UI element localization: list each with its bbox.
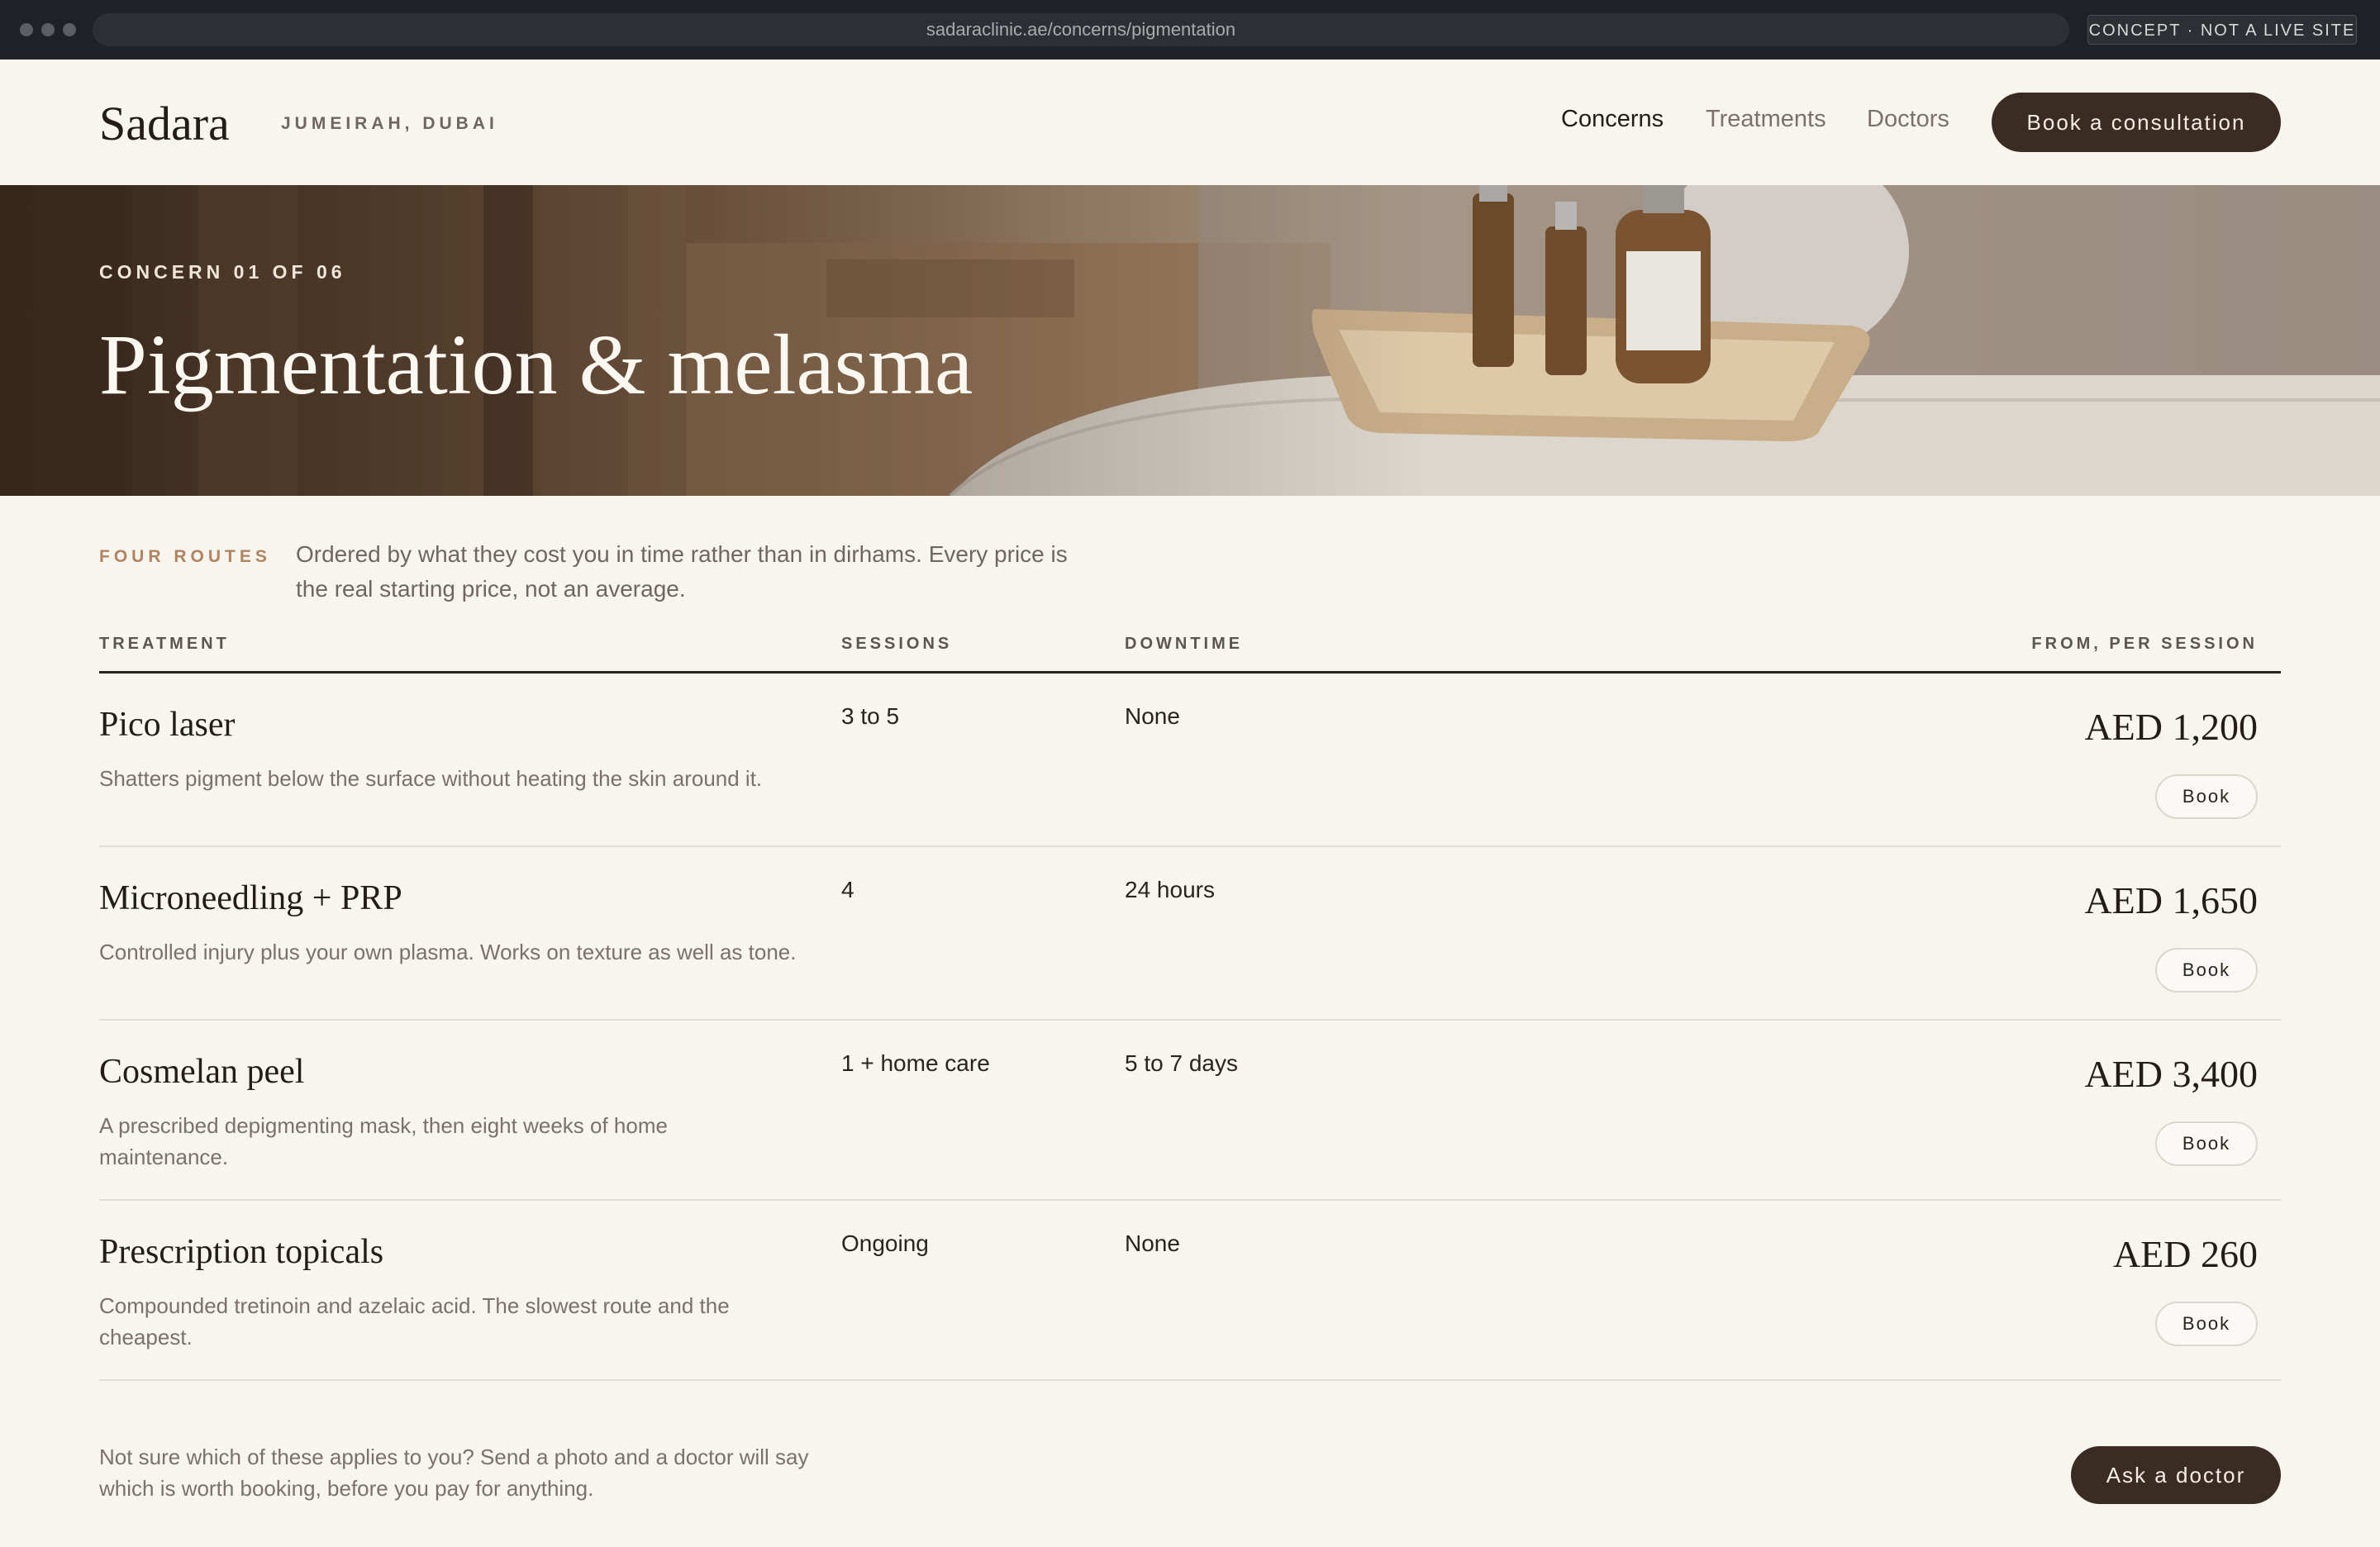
treatment-price: AED 260: [2112, 1233, 2258, 1275]
treatment-name: Prescription topicals: [99, 1233, 384, 1271]
treatment-downtime: 24 hours: [1125, 877, 1215, 902]
treatment-sessions: 1 + home care: [841, 1050, 990, 1076]
concept-badge: CONCEPT · NOT A LIVE SITE: [2087, 15, 2357, 45]
site-header: Sadara JUMEIRAH, DUBAI Concerns Treatmen…: [0, 60, 2380, 185]
treatment-description: Controlled injury plus your own plasma. …: [99, 940, 797, 964]
treatment-sessions: Ongoing: [841, 1230, 929, 1256]
treatment-description: A prescribed depigmenting mask, then eig…: [99, 1113, 668, 1169]
nav-treatments[interactable]: Treatments: [1706, 106, 1826, 133]
treatment-name: Cosmelan peel: [99, 1053, 305, 1091]
book-button[interactable]: Book: [2155, 1121, 2258, 1166]
book-consultation-button[interactable]: Book a consultation: [1992, 93, 2281, 152]
window-controls: [20, 23, 76, 36]
column-price: FROM, PER SESSION: [2031, 635, 2258, 653]
section-intro: Ordered by what they cost you in time ra…: [296, 541, 1068, 602]
treatment-sessions: 4: [841, 877, 854, 902]
treatment-description: Shatters pigment below the surface witho…: [99, 766, 763, 791]
treatment-price: AED 3,400: [2084, 1053, 2258, 1095]
table-header: TREATMENT SESSIONS DOWNTIME FROM, PER SE…: [99, 635, 2281, 674]
close-dot-icon[interactable]: [20, 23, 33, 36]
column-sessions: SESSIONS: [841, 635, 953, 653]
location-label: JUMEIRAH, DUBAI: [281, 114, 498, 133]
treatment-price: AED 1,200: [2084, 706, 2258, 748]
table-row: Microneedling + PRP Controlled injury pl…: [99, 847, 2281, 1021]
book-button[interactable]: Book: [2155, 948, 2258, 992]
footer-note: Not sure which of these applies to you? …: [99, 1445, 809, 1501]
book-button[interactable]: Book: [2155, 774, 2258, 819]
book-button[interactable]: Book: [2155, 1302, 2258, 1346]
address-bar[interactable]: sadaraclinic.ae/concerns/pigmentation: [93, 13, 2069, 46]
column-treatment: TREATMENT: [99, 635, 230, 653]
table-row: Pico laser Shatters pigment below the su…: [99, 674, 2281, 847]
treatment-downtime: None: [1125, 1230, 1180, 1256]
table-row: Cosmelan peel A prescribed depigmenting …: [99, 1021, 2281, 1201]
nav-concerns[interactable]: Concerns: [1561, 106, 1664, 133]
ask-doctor-button[interactable]: Ask a doctor: [2071, 1446, 2281, 1504]
browser-chrome: sadaraclinic.ae/concerns/pigmentation CO…: [0, 0, 2380, 60]
treatment-name: Microneedling + PRP: [99, 879, 402, 917]
minimize-dot-icon[interactable]: [41, 23, 55, 36]
column-downtime: DOWNTIME: [1125, 635, 1244, 653]
treatment-downtime: None: [1125, 703, 1180, 729]
page-title: Pigmentation & melasma: [99, 317, 973, 412]
treatment-sessions: 3 to 5: [841, 703, 900, 729]
section-label: FOUR ROUTES: [99, 547, 271, 566]
treatment-name: Pico laser: [99, 706, 236, 744]
maximize-dot-icon[interactable]: [63, 23, 76, 36]
concern-counter: CONCERN 01 OF 06: [99, 261, 346, 283]
nav-doctors[interactable]: Doctors: [1867, 106, 1949, 133]
treatment-price: AED 1,650: [2084, 879, 2258, 921]
hero-banner: CONCERN 01 OF 06 Pigmentation & melasma: [0, 185, 2380, 496]
table-row: Prescription topicals Compounded tretino…: [99, 1201, 2281, 1381]
logo[interactable]: Sadara: [99, 96, 230, 151]
treatment-downtime: 5 to 7 days: [1125, 1050, 1238, 1076]
treatment-description: Compounded tretinoin and azelaic acid. T…: [99, 1293, 730, 1349]
